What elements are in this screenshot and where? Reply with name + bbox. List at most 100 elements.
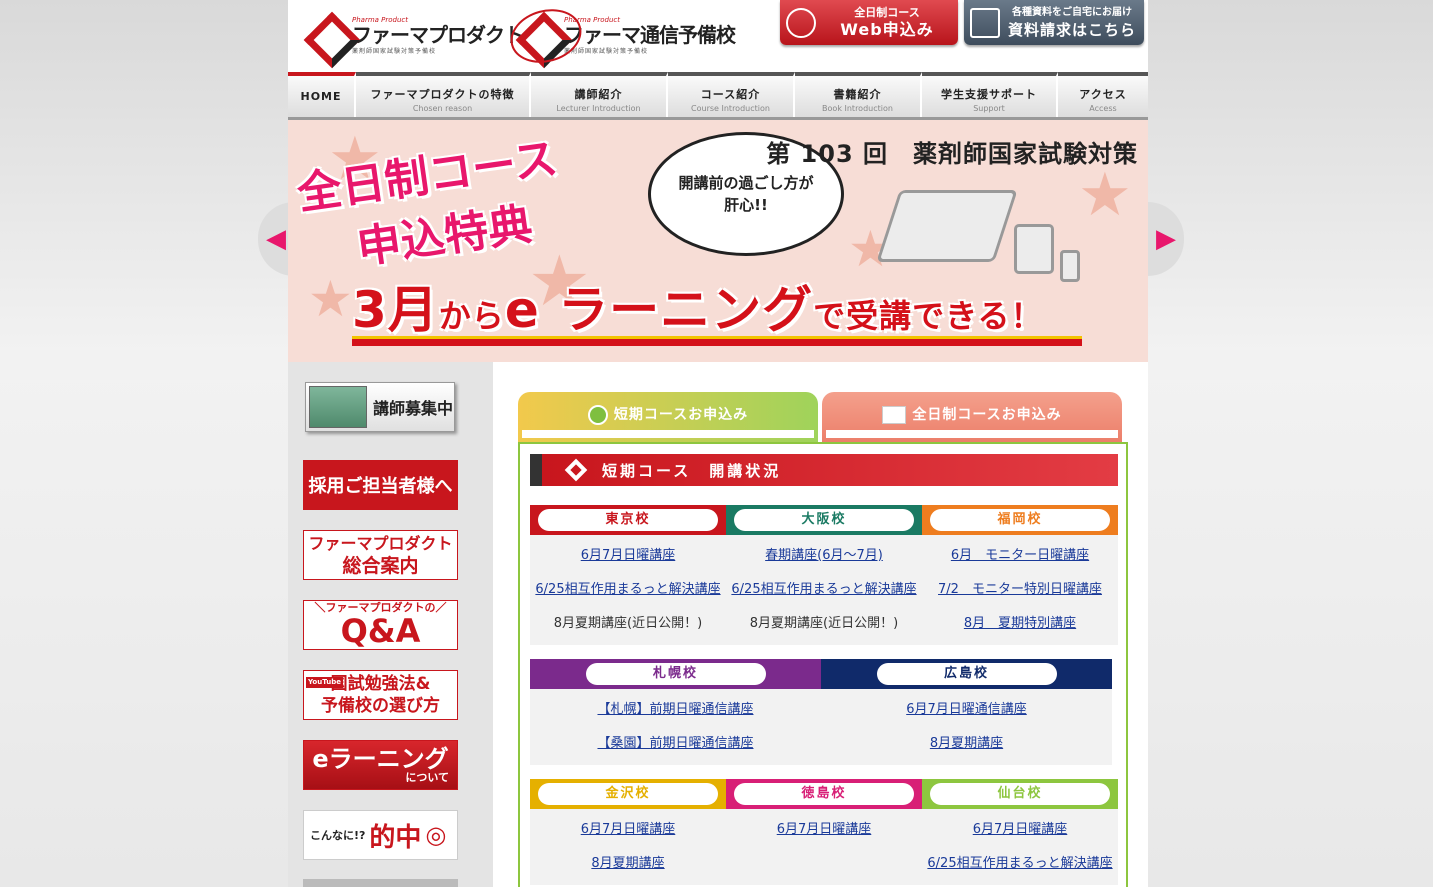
logo-mark-icon (564, 458, 588, 482)
campus-name: 広島校 (876, 663, 1057, 685)
campus-course-list: 6月7月日曜講座 6/25相互作用まるっと解決講座 8月夏期講座(近日公開！) (530, 539, 726, 641)
nav-home[interactable]: HOME (288, 72, 356, 117)
course-link[interactable]: 【桑園】前期日曜通信講座 (530, 727, 821, 761)
campus-course-list: 6月7月日曜講座 6/25相互作用まるっと解決講座 (922, 813, 1118, 881)
nav-sub-label: Support (973, 104, 1005, 113)
course-link[interactable]: 6月7月日曜講座 (530, 813, 726, 847)
group-kanazawa-tokushima-sendai: 金沢校 徳島校 仙台校 6月7月日曜講座 8月夏期講座 6月7月日曜講座 6月7月日曜講座 6… (530, 779, 1118, 885)
group-sapporo-hiroshima: 札幌校 広島校【札幌】前期日曜通信講座 【桑園】前期日曜通信講座 6月7月日曜通信講座… (530, 659, 1112, 765)
hr-button[interactable]: 採用ご担当者様へ (303, 460, 458, 510)
course-link[interactable]: 8月夏期講座 (821, 727, 1112, 761)
star-decoration: ★ (308, 270, 353, 328)
course-link[interactable]: 8月夏期講座 (530, 847, 726, 881)
campus-header: 福岡校 (922, 505, 1118, 535)
next-banner[interactable] (303, 879, 458, 887)
panel-title-text: 短期コース 開講状況 (602, 461, 782, 480)
campus-header-row: 金沢校 徳島校 仙台校 (530, 779, 1118, 809)
course-link[interactable]: 6月7月日曜講座 (922, 813, 1118, 847)
laptop-icon (876, 190, 1018, 262)
campus-course-list: 春期講座(6月～7月) 6/25相互作用まるっと解決講座 8月夏期講座(近日公開！) (726, 539, 922, 641)
material-request-button[interactable]: 各種資料をご自宅にお届け 資料請求はこちら (964, 0, 1144, 45)
tab-full-course[interactable]: 全日制コースお申込み (822, 392, 1122, 442)
banner-main-a: 3月 (352, 281, 439, 339)
nav-sub-label: Access (1089, 104, 1117, 113)
hit-button[interactable]: こんなに!? 的中 ◎ (303, 810, 458, 860)
bubble-line2: 肝心!! (724, 196, 768, 214)
course-link[interactable]: 6月 モニター日曜講座 (922, 539, 1118, 573)
logo-mark-icon (504, 1, 588, 71)
tab-full-label: 全日制コースお申込み (912, 407, 1062, 423)
campus-name: 仙台校 (930, 783, 1110, 805)
course-text: 8月夏期講座(近日公開！) (553, 616, 703, 631)
campus-name: 金沢校 (538, 783, 718, 805)
campus-header: 広島校 (821, 659, 1112, 689)
campus-header: 金沢校 (530, 779, 726, 809)
hero-banner[interactable]: ★ ★ ★ ★ ★ 全日制コース 申込特典 開講前の過ごし方が 肝心!! 第 10… (288, 120, 1148, 362)
nav-books[interactable]: 書籍紹介 Book Introduction (795, 72, 922, 117)
course-link[interactable]: 6/25相互作用まるっと解決講座 (726, 573, 922, 607)
course-text: 8月夏期講座(近日公開！) (749, 616, 899, 631)
elearning-button[interactable]: eラーニング について (303, 740, 458, 790)
bubble-line1: 開講前の過ごし方が (678, 174, 814, 192)
recruit-label: 講師募集中 (373, 399, 454, 418)
course-link[interactable]: 6/25相互作用まるっと解決講座 (922, 847, 1118, 881)
guide-line1: ファーマプロダクト (308, 534, 453, 553)
course-link[interactable]: 6/25相互作用まるっと解決講座 (530, 573, 726, 607)
banner-underline (352, 336, 1082, 346)
nav-features[interactable]: ファーマプロダクトの特徴 Chosen reason (356, 72, 531, 117)
tab-short-course[interactable]: 短期コースお申込み (518, 392, 818, 442)
course-link[interactable]: 6月7月日曜講座 (530, 539, 726, 573)
youtube-icon: YouTube (306, 677, 343, 688)
course-status-panel: 短期コース 開講状況 東京校 大阪校 福岡校 6月7月日曜講座 6/25相互作用まるっと… (518, 442, 1128, 887)
logo-name: ファーマプロダクト (352, 22, 524, 47)
youtube-button[interactable]: 国試勉強法& 予備校の選び方 YouTube (303, 670, 458, 720)
nav-label: 学生支援サポート (941, 88, 1037, 101)
logo-mark-icon (306, 14, 348, 56)
nav-label: 講師紹介 (574, 88, 623, 101)
hr-label: 採用ご担当者様へ (308, 476, 453, 497)
target-icon: ◎ (425, 821, 447, 849)
tab-short-label: 短期コースお申込み (613, 407, 749, 423)
elearning-line1: eラーニング (312, 744, 449, 773)
course-link[interactable]: 春期講座(6月～7月) (726, 539, 922, 573)
campus-name: 東京校 (538, 509, 718, 531)
qa-button[interactable]: ＼ファーマプロダクトの／ Q&A (303, 600, 458, 650)
campus-header-row: 東京校 大阪校 福岡校 (530, 505, 1118, 535)
logo-pharma-product[interactable]: Pharma Product ファーマプロダクト 薬剤師国家試験対策予備校 (306, 14, 524, 56)
material-line1: 各種資料をご自宅にお届け (1012, 6, 1132, 18)
course-link[interactable]: 【札幌】前期日曜通信講座 (530, 693, 821, 727)
campus-header: 大阪校 (726, 505, 922, 535)
campus-header: 東京校 (530, 505, 726, 535)
group-tokyo-osaka-fukuoka: 東京校 大阪校 福岡校 6月7月日曜講座 6/25相互作用まるっと解決講座 8月夏期講座(… (530, 505, 1118, 645)
campus-course-list: 6月 モニター日曜講座 7/2 モニター特別日曜講座 8月 夏期特別講座 (922, 539, 1118, 641)
guide-button[interactable]: ファーマプロダクト 総合案内 (303, 530, 458, 580)
course-link[interactable]: 7/2 モニター特別日曜講座 (922, 573, 1118, 607)
hit-line1: こんなに!? (310, 829, 366, 842)
banner-main-d: で受講できる！ (813, 297, 1044, 335)
clock-icon (587, 405, 608, 425)
lecturer-recruit-button[interactable]: 講師募集中 (305, 382, 455, 432)
web-apply-button[interactable]: 全日制コース Web申込み (780, 0, 958, 45)
campus-header: 徳島校 (726, 779, 922, 809)
course-link[interactable]: 6月7月日曜講座 (726, 813, 922, 847)
logo-sub: 薬剤師国家試験対策予備校 (564, 47, 649, 55)
course-link[interactable]: 6月7月日曜通信講座 (821, 693, 1112, 727)
campus-course-list: 6月7月日曜講座 8月夏期講座 (530, 813, 726, 881)
campus-header-row: 札幌校 広島校 (530, 659, 1112, 689)
youtube-line2: 予備校の選び方 (321, 696, 440, 716)
web-apply-line2: Web申込み (840, 19, 934, 39)
nav-label: コース紹介 (700, 88, 761, 101)
nav-label: アクセス (1079, 88, 1127, 101)
nav-support[interactable]: 学生支援サポート Support (922, 72, 1058, 117)
nav-sub-label: Course Introduction (691, 104, 770, 113)
course-link[interactable]: 8月 夏期特別講座 (922, 607, 1118, 641)
nav-access[interactable]: アクセス Access (1058, 72, 1148, 117)
nav-lecturers[interactable]: 講師紹介 Lecturer Introduction (531, 72, 668, 117)
qa-line2: Q&A (340, 612, 421, 650)
nav-courses[interactable]: コース紹介 Course Introduction (668, 72, 795, 117)
banner-next-arrow[interactable]: ▶ (1148, 202, 1184, 276)
logo-pharma-tsushin[interactable]: Pharma Product ファーマ通信予備校 薬剤師国家試験対策予備校 (504, 1, 736, 71)
logo-name: ファーマ通信予備校 (564, 22, 736, 47)
guide-line2: 総合案内 (342, 555, 419, 577)
campus-course-list: 6月7月日曜通信講座 8月夏期講座 (821, 693, 1112, 761)
